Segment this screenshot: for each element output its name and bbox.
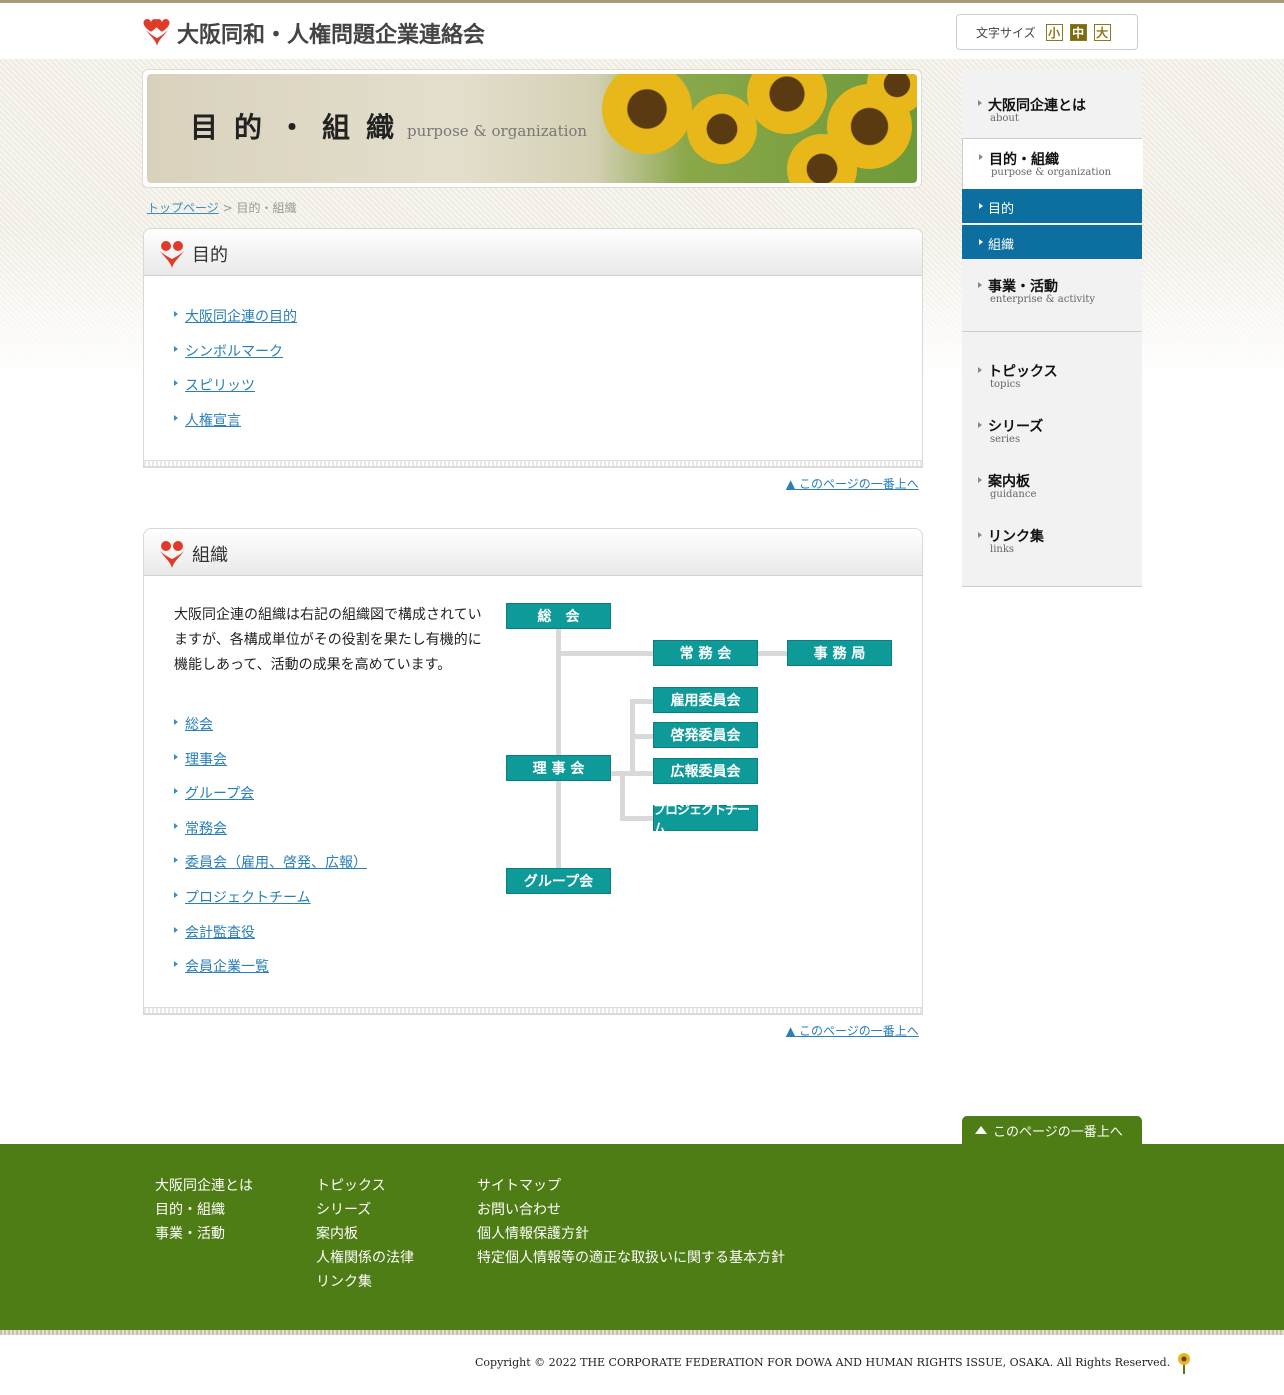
org-link-project-team[interactable]: プロジェクトチーム — [174, 887, 311, 907]
footer-link[interactable]: サイトマップ — [477, 1174, 785, 1198]
page-title: 目的・組織 — [190, 111, 411, 144]
org-chart-board[interactable]: 理 事 会 — [506, 755, 611, 781]
heart-logo-icon — [143, 19, 170, 46]
footer-column-2: トピックス シリーズ 案内板 人権関係の法律 リンク集 — [316, 1174, 414, 1294]
purpose-link-4[interactable]: 人権宣言 — [174, 410, 241, 430]
org-link-group[interactable]: グループ会 — [174, 783, 254, 803]
organization-panel-header: 組織 — [144, 529, 922, 576]
arrow-up-icon — [975, 1126, 987, 1134]
org-chart-secretariat[interactable]: 事 務 局 — [787, 640, 892, 666]
back-to-top-link-organization[interactable]: ▲ このページの一番上へ — [786, 1022, 919, 1039]
site-footer: 大阪同企連とは 目的・組織 事業・活動 トピックス シリーズ 案内板 人権関係の… — [0, 1144, 1284, 1330]
org-link-members[interactable]: 会員企業一覧 — [174, 956, 269, 976]
org-link-general-meeting[interactable]: 総会 — [174, 714, 213, 734]
nav-item-links[interactable]: リンク集 links — [962, 519, 1142, 569]
org-chart-general-meeting[interactable]: 総 会 — [506, 603, 611, 629]
purpose-panel: 目的 大阪同企連の目的 シンボルマーク スピリッツ 人権宣言 — [143, 228, 923, 468]
nav-item-guidance[interactable]: 案内板 guidance — [962, 464, 1142, 514]
organization-panel: 組織 大阪同企連の組織は右記の組織図で構成されていますが、各構成単位がその役割を… — [143, 528, 923, 1015]
org-name: 大阪同和・人権問題企業連絡会 — [177, 23, 486, 48]
nav-item-topics[interactable]: トピックス topics — [962, 354, 1142, 404]
nav-sub-organization[interactable]: 組織 — [962, 225, 1142, 260]
back-to-top-link-purpose[interactable]: ▲ このページの一番上へ — [786, 475, 919, 492]
breadcrumb-current: 目的・組織 — [236, 201, 297, 215]
nav-sub-purpose[interactable]: 目的 — [962, 189, 1142, 224]
footer-link[interactable]: 事業・活動 — [155, 1222, 253, 1246]
org-chart-awareness-committee[interactable]: 啓発委員会 — [653, 722, 758, 748]
nav-item-about[interactable]: 大阪同企連とは about — [962, 83, 1142, 138]
purpose-panel-header: 目的 — [144, 229, 922, 276]
footer-column-1: 大阪同企連とは 目的・組織 事業・活動 — [155, 1174, 253, 1246]
org-link-board[interactable]: 理事会 — [174, 749, 227, 769]
footer-link[interactable]: お問い合わせ — [477, 1198, 785, 1222]
back-to-top-tab[interactable]: このページの一番上へ — [962, 1116, 1142, 1144]
breadcrumb-home-link[interactable]: トップページ — [147, 201, 219, 215]
nav-item-purpose-organization[interactable]: 目的・組織 purpose & organization — [962, 139, 1143, 189]
org-chart-pr-committee[interactable]: 広報委員会 — [653, 758, 758, 784]
org-chart-group[interactable]: グループ会 — [506, 868, 611, 894]
footer-link[interactable]: 目的・組織 — [155, 1198, 253, 1222]
nav-item-series[interactable]: シリーズ series — [962, 409, 1142, 459]
font-size-medium-button[interactable]: 中 — [1069, 23, 1087, 41]
footer-link[interactable]: 特定個人情報等の適正な取扱いに関する基本方針 — [477, 1246, 785, 1270]
org-chart-line — [556, 629, 561, 869]
page-subtitle: purpose & organization — [407, 122, 588, 140]
site-logo[interactable]: 大阪同和・人権問題企業連絡会 — [143, 17, 485, 49]
org-link-committees[interactable]: 委員会（雇用、啓発、広報） — [174, 852, 367, 872]
footer-link[interactable]: 人権関係の法律 — [316, 1246, 414, 1270]
sunflower-icon — [1177, 1353, 1190, 1374]
font-size-label: 文字サイズ — [976, 25, 1036, 40]
org-chart-project-team[interactable]: プロジェクトチーム — [653, 803, 758, 837]
footer-link[interactable]: トピックス — [316, 1174, 414, 1198]
breadcrumb: トップページ > 目的・組織 — [147, 201, 297, 215]
organization-panel-title: 組織 — [192, 545, 228, 566]
font-size-large-button[interactable]: 大 — [1093, 23, 1111, 41]
copyright: Copyright © 2022 THE CORPORATE FEDERATIO… — [475, 1352, 1192, 1374]
side-navigation: 大阪同企連とは about 目的・組織 purpose & organizati… — [962, 69, 1143, 587]
purpose-link-2[interactable]: シンボルマーク — [174, 341, 283, 361]
footer-link[interactable]: 案内板 — [316, 1222, 414, 1246]
font-size-switcher: 文字サイズ 小 中 大 — [956, 14, 1138, 50]
organization-description: 大阪同企連の組織は右記の組織図で構成されていますが、各構成単位がその役割を果たし… — [174, 607, 482, 673]
purpose-link-3[interactable]: スピリッツ — [174, 375, 255, 395]
purpose-link-1[interactable]: 大阪同企連の目的 — [174, 306, 297, 326]
footer-link[interactable]: 個人情報保護方針 — [477, 1222, 785, 1246]
nav-item-activity[interactable]: 事業・活動 enterprise & activity — [962, 269, 1142, 324]
footer-link[interactable]: リンク集 — [316, 1270, 414, 1294]
site-header: 大阪同和・人権問題企業連絡会 文字サイズ 小 中 大 — [0, 3, 1284, 59]
heart-mark-icon — [160, 541, 184, 568]
sunflower-banner-image: 目的・組織 purpose & organization — [147, 74, 917, 183]
page-banner: 目的・組織 purpose & organization — [143, 70, 921, 187]
footer-link[interactable]: シリーズ — [316, 1198, 414, 1222]
heart-mark-icon — [160, 241, 184, 268]
org-link-auditor[interactable]: 会計監査役 — [174, 922, 255, 942]
org-link-executive[interactable]: 常務会 — [174, 818, 227, 838]
footer-column-3: サイトマップ お問い合わせ 個人情報保護方針 特定個人情報等の適正な取扱いに関す… — [477, 1174, 785, 1270]
purpose-panel-title: 目的 — [192, 245, 228, 266]
org-chart-executive[interactable]: 常 務 会 — [653, 640, 758, 666]
footer-link[interactable]: 大阪同企連とは — [155, 1174, 253, 1198]
font-size-small-button[interactable]: 小 — [1045, 23, 1063, 41]
org-chart-employment-committee[interactable]: 雇用委員会 — [653, 687, 758, 713]
